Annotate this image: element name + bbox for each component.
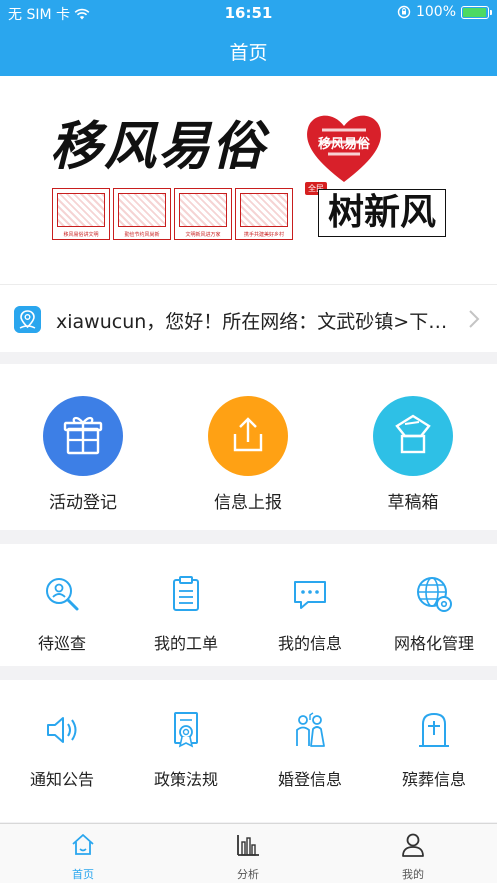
tab-label: 我的 — [402, 868, 424, 881]
grid-item-label: 婚登信息 — [277, 770, 342, 789]
gift-icon — [43, 396, 123, 476]
grid-item-my-workorders[interactable]: 我的工单 — [124, 574, 248, 654]
battery-fill — [463, 7, 487, 17]
tab-analysis[interactable]: 分析 — [198, 832, 298, 882]
globe-gear-icon — [417, 577, 452, 612]
grid-item-label: 我的信息 — [277, 634, 342, 653]
papercut-caption: 移风易俗讲文明 — [63, 232, 99, 238]
tab-label: 首页 — [72, 868, 94, 881]
tab-bar: 首页 分析 我的 — [0, 823, 497, 883]
grid-item-funeral[interactable]: 殡葬信息 — [372, 710, 496, 790]
grid-item-grid-management[interactable]: 网格化管理 — [372, 574, 496, 654]
heart-text: 移风易俗 — [318, 136, 371, 152]
welcome-text: xiawucun，您好！所在网络：文武砂镇>下… — [56, 311, 448, 333]
banner-title: 移风易俗 — [50, 116, 267, 177]
grid-item-label: 政策法规 — [153, 770, 218, 789]
draft-box-icon — [373, 396, 453, 476]
grid-item-label: 待巡查 — [37, 634, 86, 653]
speaker-icon — [47, 717, 77, 743]
battery-percent: 100% — [415, 4, 456, 20]
quick-actions: 活动登记 信息上报 草稿箱 — [0, 364, 497, 530]
grid-item-policy[interactable]: 政策法规 — [124, 710, 248, 790]
location-people-icon — [14, 306, 41, 333]
upload-icon — [208, 396, 288, 476]
grid-item-notice[interactable]: 通知公告 — [0, 710, 124, 790]
tab-label: 分析 — [237, 868, 259, 881]
wedding-couple-icon — [296, 712, 325, 747]
chevron-right-icon — [468, 309, 480, 334]
message-bubble-icon — [294, 581, 326, 609]
papercut-row: 移风易俗讲文明 勤俭节约风尚新 文明新风进万家 携手共建美好乡村 — [52, 188, 293, 240]
status-bar: 无 SIM 卡 16:51 100% — [0, 0, 497, 26]
quick-action-label: 草稿箱 — [387, 493, 439, 513]
grid-item-label: 我的工单 — [153, 634, 218, 653]
papercut-caption: 文明新风进万家 — [185, 232, 221, 238]
papercut-caption: 携手共建美好乡村 — [243, 232, 284, 238]
grid-item-pending-patrol[interactable]: 待巡查 — [0, 574, 124, 654]
page-title: 首页 — [229, 42, 268, 64]
grid-item-label: 通知公告 — [29, 770, 94, 789]
clipboard-icon — [173, 576, 199, 611]
grid-item-marriage[interactable]: 婚登信息 — [248, 710, 372, 790]
papercut-image: 勤俭节约风尚新 — [113, 188, 171, 240]
grid-item-my-info[interactable]: 我的信息 — [248, 574, 372, 654]
banner-subtitle: 树新风 — [318, 189, 446, 237]
nav-bar: 首页 — [0, 26, 497, 76]
user-icon — [402, 833, 424, 857]
grid-item-label: 殡葬信息 — [401, 770, 466, 789]
rotation-lock-icon — [397, 5, 411, 19]
patrol-search-icon — [46, 578, 79, 611]
heart-emblem-icon: 移风易俗 — [307, 115, 381, 182]
grid-item-label: 网格化管理 — [393, 634, 474, 653]
tab-mine[interactable]: 我的 — [363, 832, 463, 882]
bar-chart-icon — [237, 835, 259, 856]
papercut-caption: 勤俭节约风尚新 — [124, 232, 160, 238]
quick-action-drafts[interactable]: 草稿箱 — [358, 396, 468, 513]
home-icon — [72, 834, 94, 855]
tombstone-icon — [419, 712, 449, 747]
papercut-image: 文明新风进万家 — [174, 188, 232, 240]
papercut-image: 携手共建美好乡村 — [235, 188, 293, 240]
feature-grid-row-1: 待巡查 我的工单 我的信息 网格化管理 — [0, 544, 497, 666]
quick-action-label: 活动登记 — [49, 493, 117, 513]
quick-action-activity-register[interactable]: 活动登记 — [28, 396, 138, 513]
tab-home[interactable]: 首页 — [33, 832, 133, 882]
feature-grid-row-2: 通知公告 政策法规 婚登信息 殡葬信息 — [0, 680, 497, 822]
papercut-image: 移风易俗讲文明 — [52, 188, 110, 240]
status-right: 100% — [397, 4, 492, 20]
quick-action-label: 信息上报 — [214, 493, 282, 513]
quick-action-info-report[interactable]: 信息上报 — [193, 396, 303, 513]
welcome-row[interactable]: xiawucun，您好！所在网络：文武砂镇>下… — [0, 284, 497, 352]
certificate-icon — [174, 712, 198, 748]
battery-icon — [461, 5, 492, 19]
